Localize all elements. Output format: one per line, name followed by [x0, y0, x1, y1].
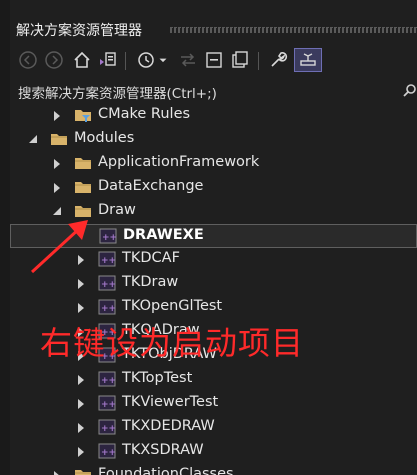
tree-item[interactable]: CMake Rules: [10, 104, 417, 128]
left-edge-gutter: [0, 0, 10, 475]
toolbar: [10, 46, 417, 76]
tree-item-label: TKXDEDRAW: [122, 418, 215, 434]
search-icon[interactable]: [403, 83, 417, 97]
tree-item-label: DRAWEXE: [123, 227, 204, 243]
expanded-chevron-icon[interactable]: [28, 134, 38, 146]
tree-item[interactable]: FoundationClasses: [10, 464, 417, 475]
cpp-project-icon: ++: [98, 395, 116, 411]
switch-views-icon[interactable]: [96, 48, 120, 72]
svg-text:++: ++: [102, 233, 117, 243]
tree-item-label: ApplicationFramework: [98, 154, 260, 170]
svg-text:++: ++: [101, 400, 116, 410]
folder-icon: [50, 131, 68, 147]
svg-text:++: ++: [101, 424, 116, 434]
tree-item-label: TKDraw: [122, 274, 179, 290]
collapse-all-icon[interactable]: [202, 48, 226, 72]
collapsed-chevron-icon[interactable]: [76, 302, 86, 314]
tree-item[interactable]: ApplicationFramework: [10, 152, 417, 176]
cpp-project-icon: ++: [98, 299, 116, 315]
collapsed-chevron-icon[interactable]: [52, 110, 62, 122]
tree-item[interactable]: ++ TKXDEDRAW: [10, 416, 417, 440]
expanded-chevron-icon[interactable]: [52, 206, 62, 218]
cpp-project-icon: ++: [98, 443, 116, 459]
panel-title: 解决方案资源管理器: [16, 23, 142, 39]
tree-item-label: TKDCAF: [122, 250, 180, 266]
dropdown-icon[interactable]: [156, 48, 170, 72]
svg-text:++: ++: [101, 304, 116, 314]
folder-icon: [74, 179, 92, 195]
collapsed-chevron-icon[interactable]: [52, 182, 62, 194]
search-box[interactable]: 搜索解决方案资源管理器(Ctrl+;): [10, 80, 417, 102]
cpp-project-icon: ++: [98, 251, 116, 267]
svg-text:++: ++: [101, 280, 116, 290]
show-all-files-icon[interactable]: [228, 48, 252, 72]
title-grip[interactable]: [170, 27, 417, 33]
forward-icon[interactable]: [42, 48, 66, 72]
toolbar-separator: [125, 52, 126, 70]
folder-icon: [74, 203, 92, 219]
cpp-project-icon: ++: [98, 275, 116, 291]
tree-item-label: Modules: [74, 130, 135, 146]
svg-text:++: ++: [101, 448, 116, 458]
tree-item-label: TKTopTest: [122, 370, 193, 386]
tree-item-label: Draw: [98, 202, 136, 218]
cpp-project-icon: ++: [98, 371, 116, 387]
tree-item-label: TKOpenGlTest: [122, 298, 223, 314]
back-icon[interactable]: [16, 48, 40, 72]
svg-text:++: ++: [101, 256, 116, 266]
collapsed-chevron-icon[interactable]: [76, 398, 86, 410]
tree-item[interactable]: ++ TKViewerTest: [10, 392, 417, 416]
tree-item[interactable]: ++ TKOpenGlTest: [10, 296, 417, 320]
collapsed-chevron-icon[interactable]: [52, 470, 62, 475]
cpp-project-icon: ++: [98, 419, 116, 435]
filter-folder-icon: [74, 107, 92, 123]
preview-icon[interactable]: [294, 48, 322, 72]
tree-item[interactable]: Modules: [10, 128, 417, 152]
collapsed-chevron-icon[interactable]: [52, 158, 62, 170]
svg-text:++: ++: [101, 376, 116, 386]
home-icon[interactable]: [70, 48, 94, 72]
collapsed-chevron-icon[interactable]: [76, 446, 86, 458]
panel-titlebar: 解决方案资源管理器: [10, 12, 417, 46]
history-icon[interactable]: [134, 48, 158, 72]
tree-item-label: FoundationClasses: [98, 466, 234, 475]
collapsed-chevron-icon[interactable]: [76, 422, 86, 434]
tree-item-label: DataExchange: [98, 178, 204, 194]
properties-icon[interactable]: [266, 48, 290, 72]
cpp-project-icon: ++: [99, 228, 117, 244]
folder-icon: [74, 155, 92, 171]
tree-item-label: CMake Rules: [98, 106, 191, 122]
tree-item-label: TKXSDRAW: [122, 442, 204, 458]
annotation-text: 右键设为启动项目: [40, 324, 305, 362]
collapsed-chevron-icon[interactable]: [76, 278, 86, 290]
tree-item[interactable]: ++ TKXSDRAW: [10, 440, 417, 464]
red-arrow-annotation: [30, 220, 88, 274]
folder-icon: [74, 467, 92, 475]
tree-item[interactable]: ++ TKTopTest: [10, 368, 417, 392]
tree-item[interactable]: DataExchange: [10, 176, 417, 200]
toolbar-separator: [258, 52, 259, 70]
search-placeholder: 搜索解决方案资源管理器(Ctrl+;): [18, 86, 217, 102]
collapsed-chevron-icon[interactable]: [76, 374, 86, 386]
tree-item-label: TKViewerTest: [122, 394, 219, 410]
sync-icon[interactable]: [176, 48, 200, 72]
solution-tree: CMake Rules Modules ApplicationFramework Da…: [10, 104, 417, 475]
